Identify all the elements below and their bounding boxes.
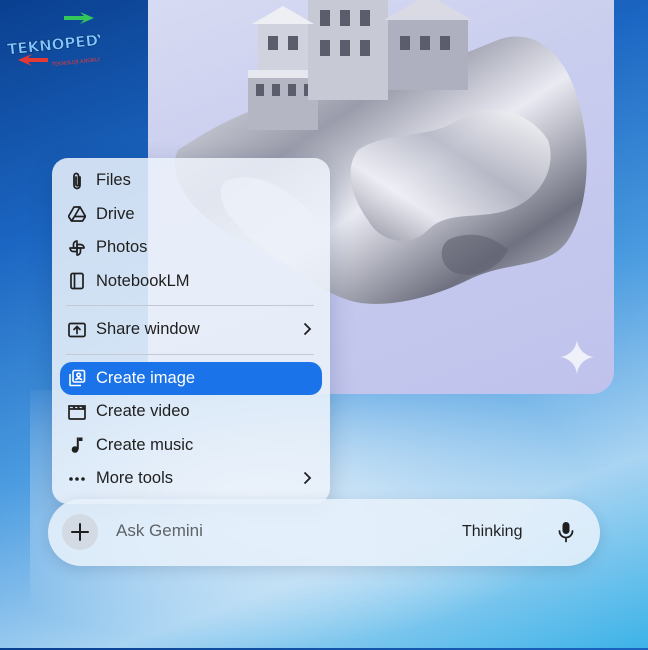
menu-item-notebooklm[interactable]: NotebookLM (60, 265, 322, 299)
menu-item-files[interactable]: Files (60, 164, 322, 198)
menu-item-label: Photos (96, 238, 148, 257)
menu-item-label: Drive (96, 204, 135, 223)
menu-item-create-music[interactable]: Create music (60, 429, 322, 463)
prompt-input-bar: Ask Gemini Thinking (48, 499, 600, 566)
menu-divider (66, 305, 314, 306)
add-button[interactable] (62, 514, 98, 550)
menu-item-label: Create video (96, 402, 190, 421)
more-horiz-icon (68, 470, 86, 488)
menu-item-label: More tools (96, 469, 174, 488)
menu-item-label: Share window (96, 320, 200, 339)
logo-wordmark: TEKNOPEDYA (6, 29, 100, 59)
mic-icon (558, 522, 574, 543)
menu-item-more-tools[interactable]: More tools (60, 462, 322, 496)
logo-tagline: TEKNOLOJİ ANSİKLOPEDİSİ (51, 54, 100, 68)
mic-button[interactable] (554, 520, 578, 544)
attach-menu: Files Drive Photos NotebookLM Share wind… (52, 158, 330, 504)
prompt-input[interactable]: Ask Gemini (116, 521, 203, 541)
menu-item-share-window[interactable]: Share window (60, 313, 322, 347)
menu-item-drive[interactable]: Drive (60, 198, 322, 232)
chevron-right-icon (302, 322, 312, 341)
notebook-icon (68, 272, 86, 290)
menu-item-label: Create image (96, 368, 196, 387)
menu-item-label: NotebookLM (96, 271, 190, 290)
photos-pinwheel-icon (68, 239, 86, 257)
plus-icon (71, 523, 89, 541)
drive-icon (68, 205, 86, 223)
paperclip-icon (68, 172, 86, 190)
menu-item-create-image[interactable]: Create image (60, 361, 322, 395)
menu-divider (66, 353, 314, 355)
image-gallery-icon (68, 369, 86, 387)
share-screen-icon (68, 321, 86, 339)
chevron-right-icon (302, 471, 312, 490)
teknopedya-logo: TEKNOPEDYA TEKNOLOJİ ANSİKLOPEDİSİ (6, 12, 100, 68)
music-note-icon (68, 436, 86, 454)
menu-item-create-video[interactable]: Create video (60, 395, 322, 429)
menu-item-label: Create music (96, 435, 194, 454)
menu-item-photos[interactable]: Photos (60, 231, 322, 265)
clapperboard-icon (68, 403, 86, 421)
mode-selector[interactable]: Thinking (462, 523, 522, 541)
menu-item-label: Files (96, 171, 131, 190)
gemini-sparkle-icon (560, 340, 594, 374)
